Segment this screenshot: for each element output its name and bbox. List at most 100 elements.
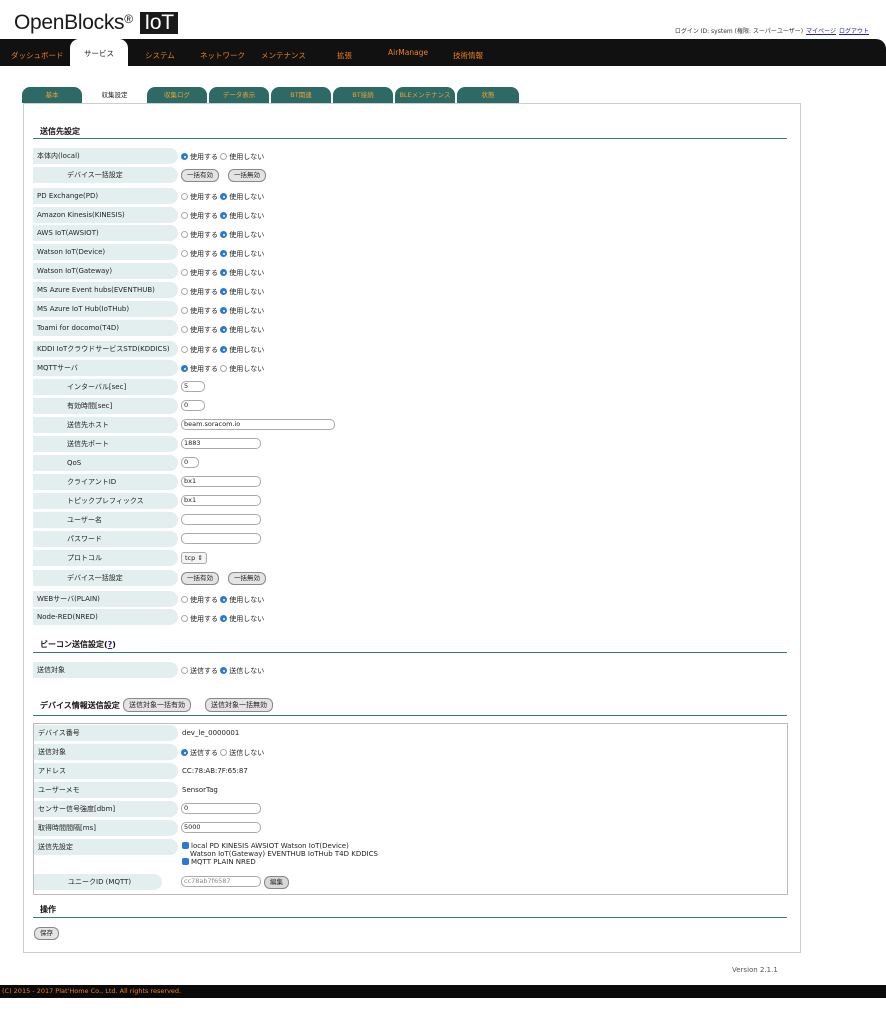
tab-basic[interactable]: 基本	[22, 87, 82, 103]
mqtt-user-input[interactable]	[181, 514, 261, 525]
dest-options-row2[interactable]: Watson IoT(Gateway) EVENTHUB IoTHub T4D …	[182, 850, 378, 858]
dest-t4d-label: Toami for docomo(T4D)	[33, 320, 178, 336]
radio-nouse[interactable]	[220, 596, 228, 603]
mqtt-pass-input[interactable]	[181, 533, 261, 544]
dest-options-row3[interactable]: MQTT PLAIN NRED	[182, 858, 378, 866]
mqtt-bulk-enable-button[interactable]: 一括有効	[181, 572, 219, 585]
dest-watson-device-label: Watson IoT(Device)	[33, 244, 178, 260]
device-rssi-input[interactable]: 0	[181, 803, 261, 814]
mqtt-qos-input[interactable]: 0	[181, 457, 199, 468]
logo: OpenBlocks® IoT	[14, 11, 178, 35]
dest-options-row1[interactable]: local PD KINESIS AWSIOT Watson IoT(Devic…	[182, 842, 378, 850]
radio-use[interactable]	[181, 250, 188, 257]
device-number-label: デバイス番号	[34, 725, 178, 741]
dest-kddics-label: KDDI IoTクラウドサービスSTD(KDDICS)	[33, 341, 178, 357]
radio-nouse[interactable]	[220, 365, 228, 372]
tab-collect-log[interactable]: 収集ログ	[147, 87, 207, 103]
nav-network[interactable]: ネットワーク	[200, 50, 245, 61]
mqtt-expire-input[interactable]: 0	[181, 400, 205, 411]
main-nav: ダッシュボード サービス システム ネットワーク メンテナンス 拡張 AirMa…	[0, 39, 886, 68]
tab-bt[interactable]: BT関連	[271, 87, 331, 103]
mqtt-bulk-disable-button[interactable]: 一括無効	[228, 572, 266, 585]
radio-send[interactable]	[181, 667, 188, 674]
radio-nosend[interactable]	[220, 667, 228, 674]
dest-t4d-radios: 使用する 使用しない	[181, 325, 264, 335]
radio-use[interactable]	[181, 269, 188, 276]
nav-extension[interactable]: 拡張	[337, 50, 352, 61]
radio-use[interactable]	[181, 307, 188, 314]
login-info: ログイン ID: system (権限: スーパーユーザー)	[674, 28, 804, 35]
device-uid-input[interactable]: cc78ab7f6587	[181, 876, 261, 887]
mqtt-topic-input[interactable]: bx1	[181, 495, 261, 506]
nav-system[interactable]: システム	[145, 50, 175, 61]
device-interval-label: 取得時間間隔[ms]	[34, 820, 178, 836]
nav-airmanage[interactable]: AirManage	[388, 48, 428, 57]
mqtt-expire-label: 有効時間[sec]	[33, 398, 178, 414]
nav-dashboard[interactable]: ダッシュボード	[11, 50, 64, 61]
dest-awsiot-radios: 使用する 使用しない	[181, 230, 264, 240]
radio-use[interactable]	[181, 193, 188, 200]
mqtt-port-label: 送信先ポート	[33, 436, 178, 452]
radio-use[interactable]	[181, 212, 188, 219]
radio-nouse[interactable]	[220, 615, 228, 622]
logout-link[interactable]: ログアウト	[839, 28, 869, 35]
tab-data-view[interactable]: データ表示	[209, 87, 269, 103]
nav-techinfo[interactable]: 技術情報	[453, 50, 483, 61]
beacon-title: ビーコン送信設定(?)	[40, 640, 116, 649]
mqtt-port-input[interactable]: 1883	[181, 438, 261, 449]
radio-nouse[interactable]	[220, 212, 228, 219]
tab-status[interactable]: 状態	[457, 87, 519, 103]
radio-use[interactable]	[181, 153, 188, 160]
radio-nosend[interactable]	[220, 749, 228, 756]
dest-awsiot-label: AWS IoT(AWSIOT)	[33, 225, 178, 241]
user-info: ログイン ID: system (権限: スーパーユーザー) マイページ ログアウト	[675, 26, 869, 35]
copyright: (C) 2015 - 2017 Plat'Home Co., Ltd. All …	[2, 987, 182, 995]
radio-use[interactable]	[181, 615, 188, 622]
radio-use[interactable]	[181, 231, 188, 238]
device-interval-input[interactable]: 5000	[181, 822, 261, 833]
radio-nouse[interactable]	[220, 307, 228, 314]
mqtt-interval-label: インターバル[sec]	[33, 379, 178, 395]
mqtt-protocol-select[interactable]: tcp ⇕	[181, 552, 207, 564]
beacon-target-label: 送信対象	[33, 662, 178, 678]
radio-nouse[interactable]	[220, 288, 228, 295]
device-memo-label: ユーザーメモ	[34, 782, 178, 798]
mqtt-pass-label: パスワード	[33, 531, 178, 547]
dest-mqtt-label: MQTTサーバ	[33, 360, 178, 376]
bulk-disable-button[interactable]: 一括無効	[228, 169, 266, 182]
tab-collect-settings[interactable]: 収集設定	[84, 87, 145, 103]
mqtt-qos-label: QoS	[33, 455, 178, 471]
mqtt-interval-input[interactable]: 5	[181, 381, 205, 392]
radio-use[interactable]	[181, 365, 188, 372]
edit-button[interactable]: 編集	[264, 876, 289, 889]
dest-nred-label: Node-RED(NRED)	[33, 609, 178, 625]
ops-title: 操作	[40, 905, 56, 914]
device-bulk-enable-button[interactable]: 送信対象一括有効	[123, 698, 191, 712]
nav-service[interactable]: サービス	[70, 39, 128, 68]
section-divider	[33, 715, 787, 716]
radio-use[interactable]	[181, 596, 188, 603]
tab-bt-connect[interactable]: BT接続	[333, 87, 393, 103]
radio-nouse[interactable]	[220, 231, 228, 238]
device-bulk-disable-button[interactable]: 送信対象一括無効	[205, 698, 273, 712]
mqtt-client-input[interactable]: bx1	[181, 476, 261, 487]
radio-nouse[interactable]	[220, 153, 228, 160]
bulk-enable-button[interactable]: 一括有効	[181, 169, 219, 182]
nav-maintenance[interactable]: メンテナンス	[261, 50, 306, 61]
radio-nouse[interactable]	[220, 269, 228, 276]
radio-nouse[interactable]	[220, 250, 228, 257]
mqtt-host-input[interactable]: beam.soracom.io	[181, 419, 335, 430]
mypage-link[interactable]: マイページ	[806, 28, 836, 35]
radio-nouse[interactable]	[220, 346, 228, 353]
radio-use[interactable]	[181, 346, 188, 353]
save-button[interactable]: 保存	[34, 927, 59, 940]
checkbox-icon	[182, 858, 189, 865]
device-rssi-label: センサー信号強度[dbm]	[34, 801, 178, 817]
beacon-target-radios: 送信する 送信しない	[181, 666, 264, 676]
tab-ble-maintenance[interactable]: BLEメンテナンス	[395, 87, 455, 103]
radio-use[interactable]	[181, 288, 188, 295]
radio-nouse[interactable]	[220, 326, 228, 333]
radio-nouse[interactable]	[220, 193, 228, 200]
radio-send[interactable]	[181, 749, 188, 756]
radio-use[interactable]	[181, 326, 188, 333]
